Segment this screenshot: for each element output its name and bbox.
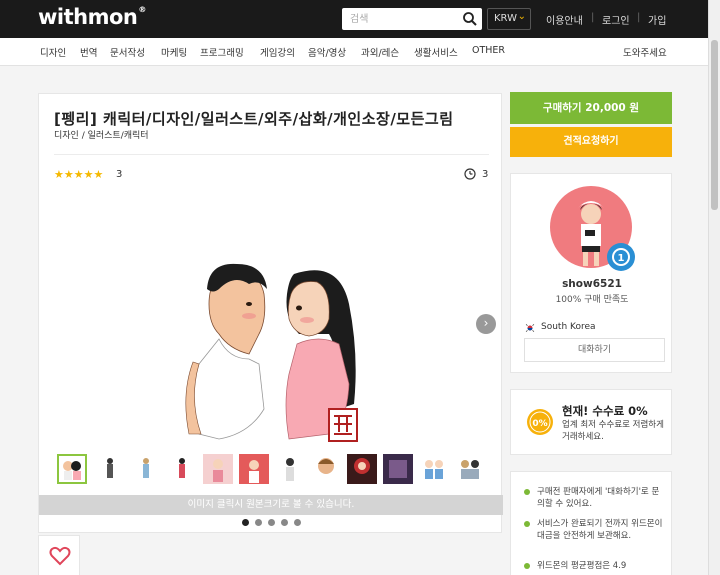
- guide-link[interactable]: 이용안내: [546, 12, 583, 27]
- signup-link[interactable]: 가입: [648, 12, 666, 27]
- bullet-icon: [524, 563, 530, 569]
- nav-item-other[interactable]: OTHER: [472, 45, 505, 56]
- delivery-days: 3: [482, 169, 489, 180]
- thumbnail-strip: [55, 454, 500, 488]
- request-quote-button[interactable]: 견적요청하기: [510, 127, 672, 157]
- buy-button[interactable]: 구매하기 20,000 원: [510, 92, 672, 124]
- divider: |: [637, 12, 641, 23]
- chat-button[interactable]: 대화하기: [524, 338, 665, 362]
- thumbnail[interactable]: [203, 454, 233, 484]
- withmon-logo[interactable]: withmon®: [38, 5, 146, 29]
- bullet-icon: [524, 521, 530, 527]
- next-image-button[interactable]: ›: [476, 314, 496, 334]
- favorite-button[interactable]: [38, 535, 80, 575]
- seller-satisfaction: 100% 구매 만족도: [555, 295, 629, 305]
- rating-stars: ★★★★★: [54, 168, 104, 181]
- info-card: 구매전 판매자에게 '대화하기'로 문의할 수 있어요. 서비스가 완료되기 전…: [510, 471, 672, 575]
- heart-icon: [49, 546, 71, 566]
- thumbnail[interactable]: [455, 454, 485, 484]
- seller-level-badge: 1: [607, 243, 635, 271]
- carousel-dot[interactable]: [255, 519, 262, 526]
- thumbnail[interactable]: [383, 454, 413, 484]
- top-bar: withmon® KRW ⌄ 이용안내 | 로그인 | 가입: [0, 0, 720, 38]
- svg-text:1: 1: [618, 253, 625, 264]
- breadcrumb[interactable]: 디자인 / 일러스트/캐릭터: [54, 128, 149, 141]
- thumbnail[interactable]: [239, 454, 269, 484]
- info-item: 서비스가 완료되기 전까지 위드몬이 대금을 안전하게 보관해요.: [524, 518, 664, 542]
- main-illustration[interactable]: [179, 234, 379, 454]
- nav-item-translation[interactable]: 번역: [80, 45, 97, 59]
- help-link[interactable]: 도와주세요: [623, 45, 667, 59]
- nav-item-tutoring[interactable]: 과외/레슨: [361, 45, 399, 59]
- login-link[interactable]: 로그인: [602, 12, 630, 27]
- nav-item-life-service[interactable]: 생활서비스: [414, 45, 458, 59]
- bullet-icon: [524, 489, 530, 495]
- service-card: [펭리] 캐릭터/디자인/일러스트/외주/삽화/개인소장/모든그림 디자인 / …: [38, 93, 503, 533]
- nav-item-programming[interactable]: 프로그래밍: [200, 45, 244, 59]
- fee-title: 현재! 수수료 0%: [562, 404, 648, 418]
- divider: [54, 154, 489, 155]
- thumbnail[interactable]: [275, 454, 305, 484]
- search-box: [342, 8, 482, 30]
- rating-count: 3: [116, 169, 123, 180]
- carousel-dot[interactable]: [281, 519, 288, 526]
- scrollbar[interactable]: [708, 0, 720, 575]
- thumbnail[interactable]: [167, 454, 197, 484]
- currency-select[interactable]: KRW ⌄: [487, 8, 531, 30]
- seller-name[interactable]: show6521: [511, 278, 673, 290]
- currency-label: KRW: [494, 13, 517, 24]
- thumbnail[interactable]: [57, 454, 87, 484]
- carousel-dot[interactable]: [268, 519, 275, 526]
- thumbnail[interactable]: [347, 454, 377, 484]
- seller-country: South Korea: [541, 322, 596, 332]
- seller-card: 1 show6521 100% 구매 만족도 South Korea 대화하기: [510, 173, 672, 373]
- thumbnail[interactable]: [311, 454, 341, 484]
- info-item: 구매전 판매자에게 '대화하기'로 문의할 수 있어요.: [524, 486, 664, 510]
- divider: |: [591, 12, 595, 23]
- thumbnail[interactable]: [419, 454, 449, 484]
- category-nav: 디자인 번역 문서작성 마케팅 프로그래밍 게임강의 음악/영상 과외/레슨 생…: [0, 38, 720, 66]
- info-item: 위드몬의 평균평점은 4.9: [524, 560, 664, 572]
- nav-item-writing[interactable]: 문서작성: [110, 45, 145, 59]
- image-caption: 이미지 클릭시 원본크기로 볼 수 있습니다.: [39, 495, 503, 515]
- carousel-dot[interactable]: [242, 519, 249, 526]
- zero-fee-icon: 0%: [527, 409, 553, 435]
- scrollbar-thumb[interactable]: [711, 40, 718, 210]
- fee-card: 0% 현재! 수수료 0% 업계 최저 수수료로 저렴하게 거래하세요.: [510, 389, 672, 455]
- nav-item-design[interactable]: 디자인: [40, 45, 66, 59]
- korea-flag-icon: [525, 323, 535, 333]
- chevron-down-icon: ⌄: [517, 11, 526, 22]
- thumbnail[interactable]: [95, 454, 125, 484]
- nav-item-marketing[interactable]: 마케팅: [161, 45, 187, 59]
- search-input[interactable]: [342, 8, 452, 30]
- svg-text:0%: 0%: [532, 419, 547, 429]
- clock-icon: [464, 168, 476, 180]
- carousel-dot[interactable]: [294, 519, 301, 526]
- nav-item-game-lessons[interactable]: 게임강의: [260, 45, 295, 59]
- search-icon[interactable]: [462, 11, 478, 27]
- nav-item-music-video[interactable]: 음악/영상: [308, 45, 346, 59]
- service-title: [펭리] 캐릭터/디자인/일러스트/외주/삽화/개인소장/모든그림: [54, 110, 454, 128]
- thumbnail[interactable]: [131, 454, 161, 484]
- fee-description: 업계 최저 수수료로 저렴하게 거래하세요.: [562, 420, 664, 442]
